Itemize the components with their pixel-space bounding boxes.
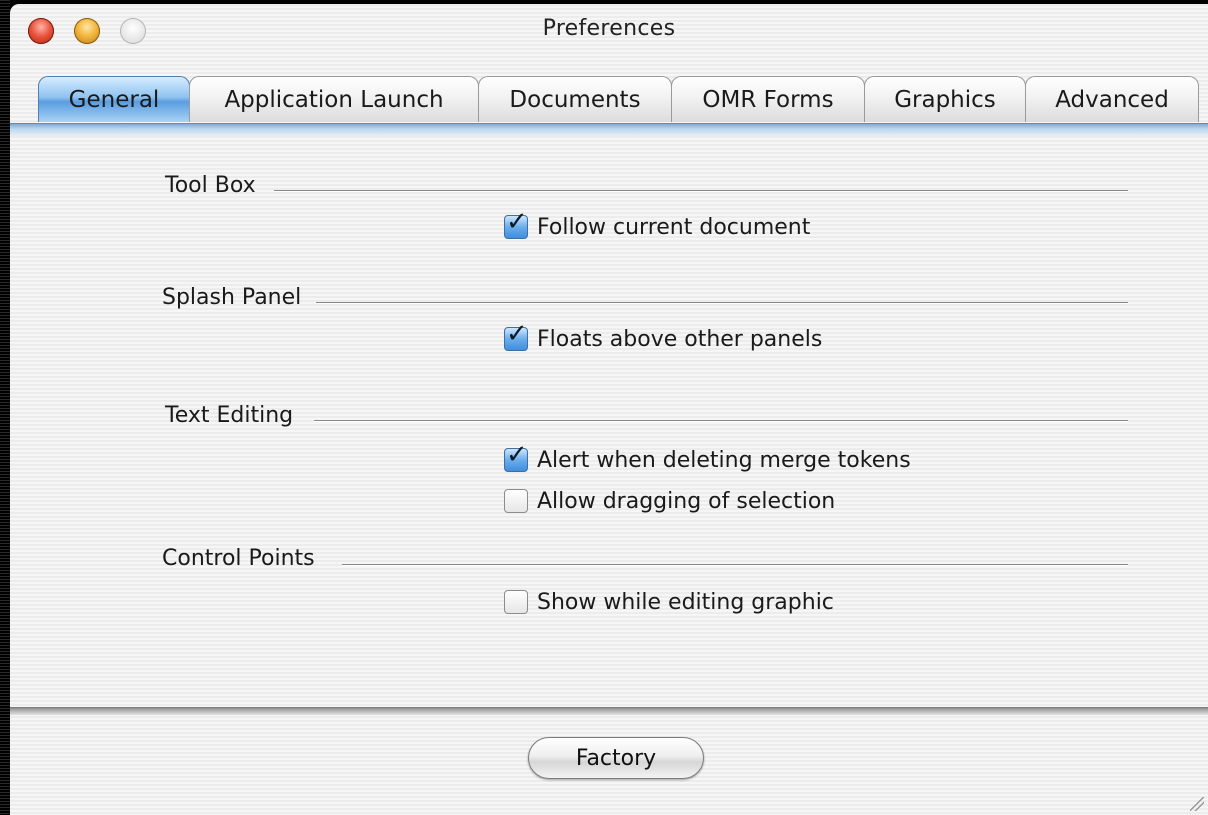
group-divider — [342, 564, 1128, 565]
preferences-window: Preferences General Application Launch D… — [10, 4, 1208, 815]
tab-advanced[interactable]: Advanced — [1025, 76, 1199, 122]
option-alert-when-deleting-merge-tokens[interactable]: ✓ Alert when deleting merge tokens — [504, 442, 911, 475]
group-divider — [316, 302, 1128, 303]
group-title-splash-panel: Splash Panel — [162, 285, 302, 310]
desktop-edge — [0, 0, 10, 815]
option-label[interactable]: Show while editing graphic — [537, 590, 834, 615]
general-panel: Tool Box ✓ Follow current document Splas… — [10, 135, 1208, 709]
option-label[interactable]: Allow dragging of selection — [537, 489, 835, 514]
checkmark-icon: ✓ — [506, 207, 528, 237]
bottom-separator — [10, 707, 1208, 715]
checkbox[interactable]: ✓ — [504, 321, 528, 351]
tab-graphics[interactable]: Graphics — [864, 76, 1026, 122]
factory-button[interactable]: Factory — [528, 737, 704, 779]
tab-bar: General Application Launch Documents OMR… — [38, 76, 1199, 128]
tab-general[interactable]: General — [38, 76, 190, 122]
group-title-tool-box: Tool Box — [165, 173, 256, 198]
checkmark-icon: ✓ — [506, 440, 528, 470]
checkbox[interactable] — [504, 590, 528, 614]
option-follow-current-document[interactable]: ✓ Follow current document — [504, 209, 810, 242]
option-allow-dragging-of-selection[interactable]: Allow dragging of selection — [504, 486, 835, 516]
group-divider — [274, 190, 1128, 191]
option-label[interactable]: Alert when deleting merge tokens — [537, 448, 911, 473]
tab-documents[interactable]: Documents — [478, 76, 672, 122]
group-divider — [314, 420, 1128, 421]
checkbox[interactable]: ✓ — [504, 209, 528, 239]
option-show-while-editing-graphic[interactable]: Show while editing graphic — [504, 587, 834, 617]
group-title-text-editing: Text Editing — [165, 403, 294, 428]
group-title-control-points: Control Points — [162, 546, 315, 571]
titlebar[interactable]: Preferences — [10, 4, 1208, 54]
window-title: Preferences — [542, 16, 676, 41]
checkbox[interactable] — [504, 489, 528, 513]
tab-omr-forms[interactable]: OMR Forms — [671, 76, 865, 122]
resize-grip-icon[interactable] — [1190, 797, 1204, 811]
option-label[interactable]: Follow current document — [537, 215, 810, 240]
option-label[interactable]: Floats above other panels — [537, 327, 822, 352]
tab-application-launch[interactable]: Application Launch — [189, 76, 479, 122]
checkbox[interactable]: ✓ — [504, 442, 528, 472]
option-floats-above-other-panels[interactable]: ✓ Floats above other panels — [504, 321, 822, 354]
checkmark-icon: ✓ — [506, 319, 528, 349]
